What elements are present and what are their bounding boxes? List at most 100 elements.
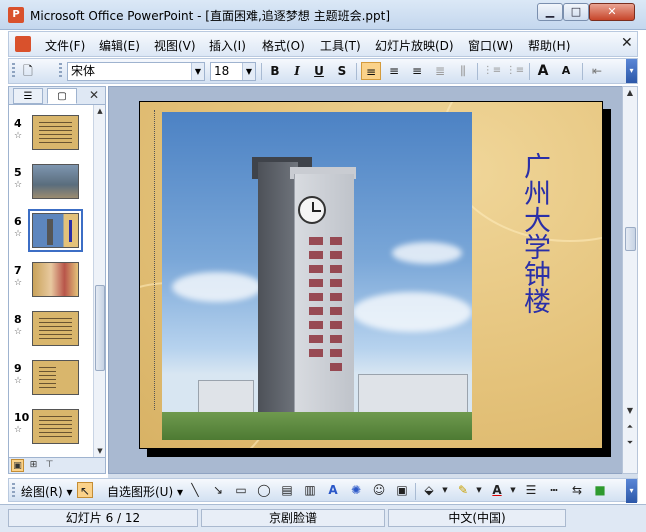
font-size-select[interactable]: 18 ▼ [210,62,256,81]
toolbar-grip[interactable] [12,63,15,79]
separator [356,63,357,80]
shadow-button[interactable]: S [332,62,352,80]
thumbnail-scrollbar[interactable]: ▲ ▼ [93,105,105,457]
draw-menu-button[interactable]: 绘图(R) ▾ [21,483,73,500]
toolbar-grip[interactable] [12,483,15,499]
thumbnail-image[interactable] [32,409,79,444]
chevron-down-icon[interactable]: ▼ [505,482,521,498]
menu-help[interactable]: 帮助(H) [528,37,570,54]
shadow-style-icon[interactable]: ■ [592,482,608,498]
chevron-down-icon[interactable]: ▼ [471,482,487,498]
thumbnail-slide-6[interactable]: 6 ☆ [9,209,93,259]
menu-format[interactable]: 格式(O) [262,37,305,54]
minimize-button[interactable]: ▁ [537,3,563,21]
dash-style-icon[interactable]: ┅ [546,482,562,498]
diagram-icon[interactable]: ✺ [348,482,364,498]
fill-color-icon[interactable]: ⬙ [421,482,437,498]
menu-view[interactable]: 视图(V) [154,37,196,54]
new-document-button[interactable]: 🗋 [18,62,38,80]
current-slide[interactable]: 广州大学钟楼 [139,101,603,449]
thumbnail-image[interactable] [32,311,79,346]
thumbnail-image[interactable] [32,115,79,150]
thumbnail-slide-4[interactable]: 4 ☆ [9,113,93,161]
distribute-button[interactable]: ≣ [430,62,450,80]
thumbnail-slide-5[interactable]: 5 ☆ [9,162,93,210]
menu-slideshow[interactable]: 幻灯片放映(D) [375,37,454,54]
toolbar-grip[interactable] [59,63,62,79]
scrollbar-thumb[interactable] [95,285,105,371]
thumbnail-image[interactable] [32,262,79,297]
scrollbar-thumb[interactable] [625,227,636,251]
thumbnail-number: 6 [14,215,22,228]
close-button[interactable]: ✕ [589,3,635,21]
column-button[interactable]: ⫼ [453,62,473,80]
slideshow-icon[interactable]: ⊤ [43,459,56,472]
textbox-icon[interactable]: ▤ [279,482,295,498]
bold-button[interactable]: B [265,62,285,80]
line-icon[interactable]: ╲ [187,482,203,498]
slide-scrollbar[interactable]: ▲ ▼ ⏶ ⏷ [622,86,638,474]
vertical-textbox-icon[interactable]: ▥ [302,482,318,498]
shrink-font-button[interactable]: A [556,62,576,80]
thumbnail-slide-7[interactable]: 7 ☆ [9,260,93,308]
italic-button[interactable]: I [287,62,307,80]
thumbnail-image[interactable] [28,209,83,252]
underline-button[interactable]: U [309,62,329,80]
menu-file[interactable]: 文件(F) [45,37,85,54]
align-right-button[interactable]: ≡ [407,62,427,80]
font-name-select[interactable]: 宋体 ▼ [67,62,205,81]
thumbnail-image[interactable] [32,360,79,395]
close-icon[interactable]: ✕ [89,88,99,102]
slides-tab[interactable]: ▢ [47,88,77,104]
clipart-icon[interactable]: ☺ [371,482,387,498]
menu-tools[interactable]: 工具(T) [320,37,361,54]
chevron-down-icon[interactable]: ▼ [191,63,204,80]
scroll-up-icon[interactable]: ▲ [94,105,106,117]
lawn [162,412,472,440]
scroll-down-icon[interactable]: ▼ [94,445,106,457]
picture-icon[interactable]: ▣ [394,482,410,498]
menu-insert[interactable]: 插入(I) [209,37,246,54]
document-icon[interactable] [15,36,31,52]
scroll-up-icon[interactable]: ▲ [623,87,637,99]
oval-icon[interactable]: ◯ [256,482,272,498]
slide-sorter-icon[interactable]: ⊞ [27,459,40,472]
toolbar-options-icon[interactable]: ▾ [626,479,637,503]
align-left-button[interactable]: ≡ [361,62,381,80]
slide-title[interactable]: 广州大学钟楼 [502,152,552,314]
previous-slide-icon[interactable]: ⏶ [623,421,637,433]
align-center-button[interactable]: ≡ [384,62,404,80]
menu-edit[interactable]: 编辑(E) [99,37,140,54]
thumbnail-slide-10[interactable]: 10 ☆ [9,407,93,455]
chevron-down-icon[interactable]: ▼ [242,63,255,80]
thumbnail-slide-9[interactable]: 9 ☆ [9,358,93,406]
powerpoint-icon[interactable]: P [8,7,24,23]
arrow-icon[interactable]: ↘ [210,482,226,498]
thumbnail-number: 4 [14,117,22,130]
scroll-down-icon[interactable]: ▼ [623,405,637,417]
rectangle-icon[interactable]: ▭ [233,482,249,498]
toolbar-options-icon[interactable]: ▾ [626,59,637,83]
maximize-button[interactable]: □ [563,3,589,21]
chevron-down-icon[interactable]: ▼ [437,482,453,498]
clock-tower-photo[interactable] [162,112,472,440]
select-objects-icon[interactable]: ↖ [77,482,93,498]
autoshapes-button[interactable]: 自选图形(U) ▾ [107,483,183,500]
font-color-icon[interactable]: A [489,482,505,498]
normal-view-icon[interactable]: ▣ [11,459,24,472]
line-color-icon[interactable]: ✎ [455,482,471,498]
numbering-button[interactable]: ⋮≡ [482,62,502,80]
document-close-icon[interactable]: ✕ [621,35,633,51]
thumbnail-image[interactable] [32,164,79,199]
outline-tab[interactable]: ☰ [13,88,43,104]
grow-font-button[interactable]: A [533,62,553,80]
arrow-style-icon[interactable]: ⇆ [569,482,585,498]
thumbnail-slide-8[interactable]: 8 ☆ [9,309,93,357]
menu-window[interactable]: 窗口(W) [468,37,513,54]
next-slide-icon[interactable]: ⏷ [623,437,637,449]
indent-button[interactable]: ⇤ [587,62,607,80]
slide-position-status: 幻灯片 6 / 12 [8,509,198,527]
wordart-icon[interactable]: A [325,482,341,498]
line-style-icon[interactable]: ☰ [523,482,539,498]
bullets-button[interactable]: ⋮≡ [505,62,525,80]
